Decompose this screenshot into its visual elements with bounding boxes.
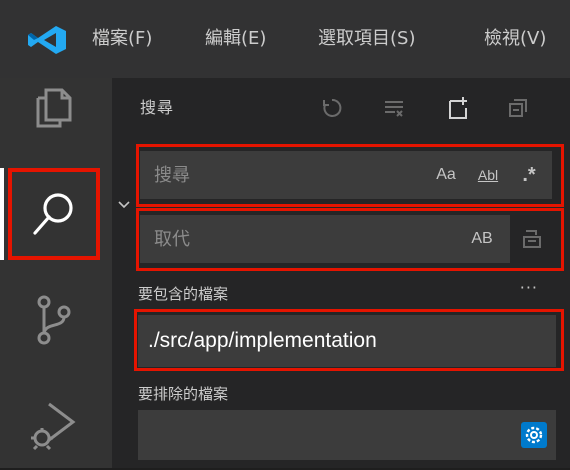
menu-selection[interactable]: 選取項目(S) [318, 22, 415, 56]
activity-search[interactable] [0, 168, 100, 260]
exclude-input[interactable] [138, 410, 556, 460]
new-search-editor-icon [449, 97, 467, 119]
sidebar-actions [312, 88, 562, 128]
search-sidebar: 搜尋 搜尋 Aa Abl .* 取代 AB ··· 要包含的檔案 ./src/a… [112, 78, 570, 468]
menu-edit[interactable]: 編輯(E) [205, 22, 266, 56]
regex-toggle[interactable]: .* [514, 161, 544, 189]
source-control-icon [37, 295, 71, 345]
clear-results-icon [385, 101, 403, 117]
collapse-all-icon [509, 99, 527, 117]
vscode-logo-icon [28, 26, 66, 54]
files-icon [36, 88, 72, 128]
replace-input[interactable] [140, 215, 510, 263]
gear-icon [521, 422, 547, 448]
exclude-label: 要排除的檔案 [138, 385, 229, 403]
search-field: Aa Abl .* [140, 151, 552, 199]
refresh-button[interactable] [312, 88, 352, 128]
preserve-case-toggle[interactable]: AB [462, 225, 502, 253]
include-field [138, 315, 556, 367]
chevron-down-icon[interactable] [116, 196, 132, 212]
run-debug-icon [31, 402, 76, 451]
activity-bar [0, 78, 112, 468]
refresh-icon [323, 98, 342, 117]
replace-all-button[interactable] [512, 219, 552, 259]
activity-source-control[interactable] [8, 274, 100, 366]
exclude-field [138, 410, 556, 460]
include-input[interactable] [138, 315, 556, 367]
search-icon [33, 193, 73, 235]
replace-field: AB [140, 215, 510, 263]
collapse-all-button[interactable] [498, 88, 538, 128]
include-label: 要包含的檔案 [138, 285, 229, 303]
menu-file[interactable]: 檔案(F) [92, 22, 152, 56]
use-exclude-settings-button[interactable] [514, 415, 554, 455]
menu-view[interactable]: 檢視(V) [484, 22, 546, 56]
activity-explorer[interactable] [8, 60, 100, 152]
activity-run-debug[interactable] [8, 378, 100, 470]
sidebar-title: 搜尋 [140, 98, 175, 117]
toggle-search-details[interactable]: ··· [520, 278, 538, 297]
whole-word-toggle[interactable]: Abl [468, 161, 508, 189]
match-case-toggle[interactable]: Aa [426, 161, 466, 189]
replace-all-icon [523, 230, 541, 248]
new-search-editor-button[interactable] [438, 88, 478, 128]
clear-results-button[interactable] [374, 88, 414, 128]
